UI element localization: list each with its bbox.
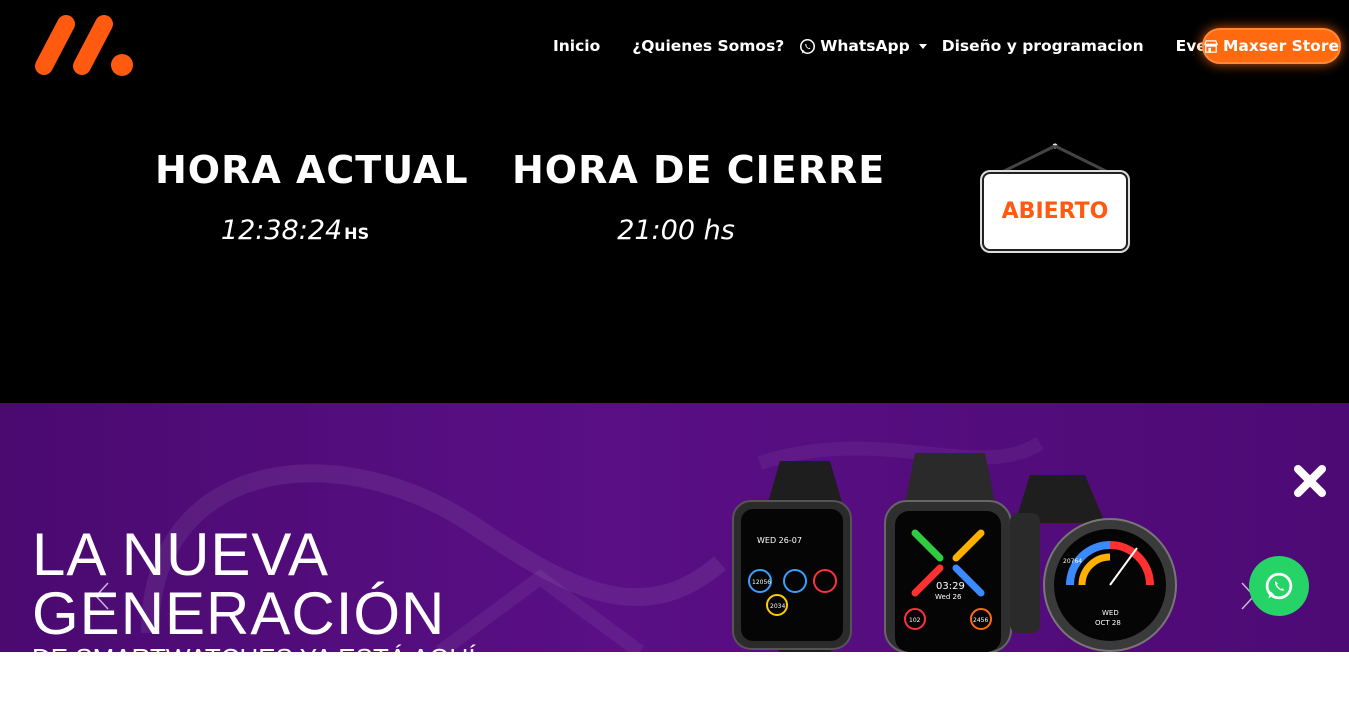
close-icon[interactable] xyxy=(1292,463,1328,499)
watch-left-cal: 2034 xyxy=(770,603,785,610)
watch-left-date: WED 26-07 xyxy=(757,536,802,545)
watch-right-date: WED xyxy=(1102,609,1119,617)
watch-right-date2: OCT 28 xyxy=(1095,619,1121,627)
closing-time-title: HORA DE CIERRE xyxy=(512,148,886,192)
nav-item-diseno[interactable]: Diseño y programacion xyxy=(942,37,1144,55)
main-nav: Inicio ¿Quienes Somos? WhatsApp Diseño y… xyxy=(540,28,1245,64)
banner-subheadline: DE SMARTWATCHES YA ESTÁ AQUÍ xyxy=(32,643,476,652)
maxser-store-label: Maxser Store xyxy=(1222,37,1339,55)
current-time-value: 12:38:24 HS xyxy=(190,215,400,246)
nav-item-whatsapp-label: WhatsApp xyxy=(820,37,910,55)
whatsapp-icon xyxy=(800,38,816,54)
whatsapp-float-button[interactable] xyxy=(1249,556,1309,616)
current-time-unit: HS xyxy=(344,224,370,243)
watch-left-steps: 12056 xyxy=(752,579,771,586)
nav-item-inicio[interactable]: Inicio xyxy=(553,37,600,55)
promo-carousel: LA NUEVA GENERACIÓN DE SMARTWATCHES YA E… xyxy=(0,403,1349,652)
current-time-title: HORA ACTUAL xyxy=(155,148,469,192)
whatsapp-icon xyxy=(1265,572,1293,600)
nav-item-whatsapp[interactable]: WhatsApp xyxy=(799,37,927,55)
open-sign: ABIERTO xyxy=(978,140,1133,255)
maxser-store-button[interactable]: Maxser Store xyxy=(1202,28,1341,64)
chevron-down-icon xyxy=(918,43,927,49)
watch-middle-hr: 102 xyxy=(909,617,921,624)
open-status-badge: ABIERTO xyxy=(982,172,1128,251)
maxser-logo[interactable] xyxy=(30,12,136,78)
watch-middle-cal: 2456 xyxy=(973,617,988,624)
closing-time-value: 21:00 hs xyxy=(617,215,735,246)
current-time-digits: 12:38:24 xyxy=(220,215,343,246)
watch-right-steps: 20764 xyxy=(1063,558,1082,565)
nav-item-quienes-somos[interactable]: ¿Quienes Somos? xyxy=(632,37,784,55)
watch-middle-time: 03:29 xyxy=(936,581,965,592)
carousel-prev-arrow[interactable] xyxy=(92,581,112,611)
watch-middle-date: Wed 26 xyxy=(935,593,962,601)
header-section: Inicio ¿Quienes Somos? WhatsApp Diseño y… xyxy=(0,0,1349,403)
store-icon xyxy=(1204,39,1218,53)
smartwatches-image: WED 26-07 12056 2034 03:29 Wed 26 102 24… xyxy=(732,453,1177,652)
